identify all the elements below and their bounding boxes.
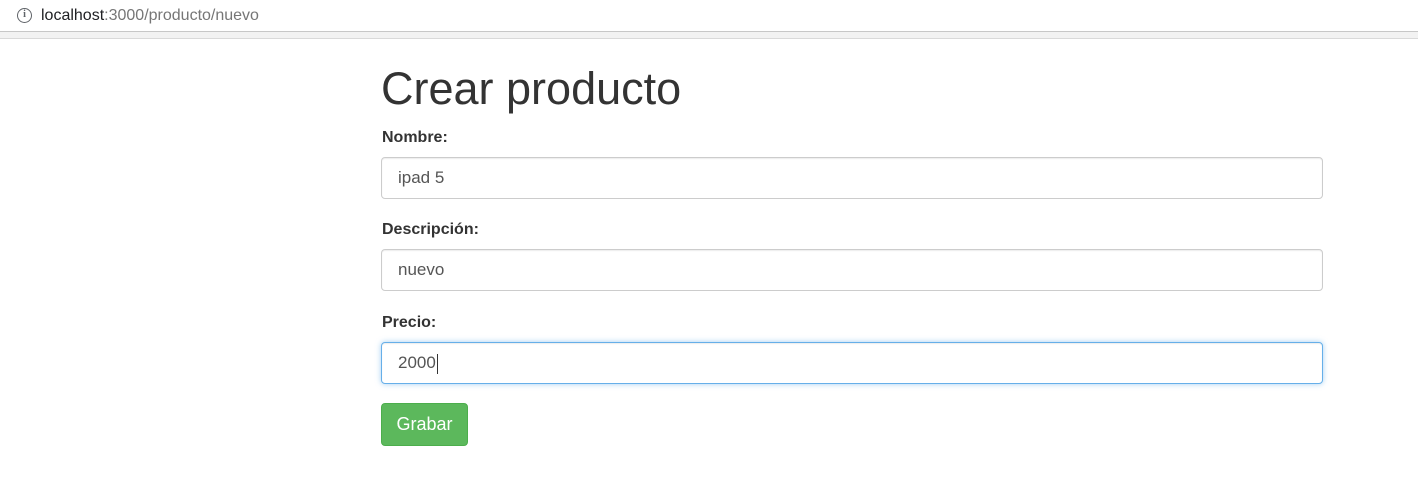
url-host: localhost [41, 7, 105, 24]
descripcion-input[interactable]: nuevo [381, 249, 1323, 291]
nombre-value: ipad 5 [398, 168, 445, 187]
toolbar-divider [0, 32, 1418, 39]
url-path: :3000/producto/nuevo [104, 7, 259, 24]
descripcion-label: Descripción: [382, 221, 479, 238]
grabar-button[interactable]: Grabar [381, 403, 468, 446]
text-cursor [436, 353, 438, 374]
precio-input[interactable]: 2000 [381, 342, 1323, 384]
precio-label: Precio: [382, 314, 437, 331]
nombre-input[interactable]: ipad 5 [381, 157, 1323, 199]
nombre-label: Nombre: [382, 129, 448, 146]
descripcion-value: nuevo [398, 260, 445, 279]
address-bar[interactable]: i localhost:3000/producto/nuevo [0, 0, 1418, 32]
url-text[interactable]: localhost:3000/producto/nuevo [41, 6, 259, 26]
page-title: Crear producto [381, 63, 682, 114]
info-icon[interactable]: i [17, 8, 32, 23]
precio-value: 2000 [398, 353, 436, 372]
